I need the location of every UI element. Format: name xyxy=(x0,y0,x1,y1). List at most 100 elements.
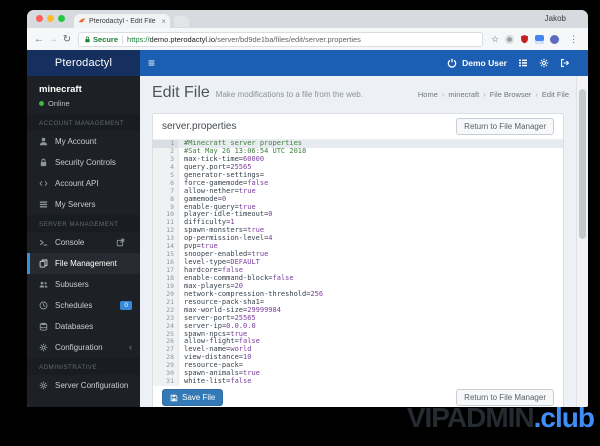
line-number: 5 xyxy=(170,170,174,179)
line-number: 4 xyxy=(170,162,174,171)
line-number: 3 xyxy=(170,154,174,163)
watermark-tld: .club xyxy=(533,402,595,433)
bookmark-star-icon[interactable]: ☆ xyxy=(491,34,499,45)
indigo-extension-icon[interactable] xyxy=(550,34,560,44)
sidebar-item-security-controls[interactable]: Security Controls xyxy=(27,152,140,173)
line-number: 8 xyxy=(170,194,174,203)
page-subtitle: Make modifications to a file from the we… xyxy=(215,90,363,99)
line-number: 31 xyxy=(166,377,174,386)
sidebar-item-account-api[interactable]: Account API xyxy=(27,173,140,194)
main-content: Edit File Make modifications to a file f… xyxy=(140,76,577,407)
zoom-window-button[interactable] xyxy=(58,15,65,22)
url-divider xyxy=(122,34,124,44)
save-file-button[interactable]: Save File xyxy=(162,389,224,406)
reload-icon[interactable]: ↻ xyxy=(60,34,74,45)
sidebar-section-label: ADMINISTRATIVE xyxy=(27,358,140,375)
chrome-menu-icon[interactable]: ⋮ xyxy=(569,34,578,45)
sidebar-item-label: Account API xyxy=(55,179,99,188)
schedules-count-badge: 0 xyxy=(120,301,132,310)
back-icon[interactable]: ← xyxy=(32,34,46,45)
tab-title: Pterodactyl - Edit File xyxy=(89,17,156,25)
secure-badge[interactable]: Secure xyxy=(93,35,118,44)
sidebar: minecraft Online ACCOUNT MANAGEMENT My Ac… xyxy=(27,76,140,407)
server-list-icon[interactable] xyxy=(518,58,528,68)
sidebar-item-label: My Servers xyxy=(55,200,96,209)
user-name: Demo User xyxy=(462,58,507,68)
sidebar-section-label: SERVER MANAGEMENT xyxy=(27,215,140,232)
browser-profile-name[interactable]: Jakob xyxy=(545,14,566,23)
breadcrumb: Home › minecraft › File Browser › Edit File xyxy=(418,90,569,99)
code-editor[interactable]: 1 #Minecraft server properties 2 #Sat May 2… xyxy=(153,140,563,386)
admin-cogs-icon[interactable] xyxy=(539,58,549,68)
sidebar-item-subusers[interactable]: Subusers xyxy=(27,274,140,295)
sidebar-item-databases[interactable]: Databases xyxy=(27,316,140,337)
users-icon xyxy=(39,280,48,289)
sidebar-item-label: My Account xyxy=(55,137,97,146)
browser-toolbar: ← → ↻ Secure https://demo.pterodactyl.io… xyxy=(27,28,588,50)
shield-extension-icon[interactable] xyxy=(520,34,529,44)
sidebar-item-schedules[interactable]: Schedules 0 xyxy=(27,295,140,316)
chevron-left-icon: ‹ xyxy=(129,342,132,352)
lock-icon xyxy=(39,158,48,167)
code-icon xyxy=(39,179,48,188)
watermark-name: VIPADMIN xyxy=(406,402,535,433)
blue-extension-icon[interactable] xyxy=(535,34,545,44)
sidebar-item-file-management[interactable]: File Management xyxy=(27,253,140,274)
sidebar-item-console[interactable]: Console xyxy=(27,232,140,253)
breadcrumb-item[interactable]: Home xyxy=(418,90,438,99)
list-icon xyxy=(39,200,48,209)
browser-tab[interactable]: Pterodactyl - Edit File × xyxy=(74,14,170,28)
sidebar-item-label: Schedules xyxy=(55,301,93,310)
pterodactyl-favicon-icon xyxy=(78,17,86,25)
code-line: 31 white-list=false xyxy=(153,377,563,386)
sidebar-item-configuration[interactable]: Configuration ‹ xyxy=(27,337,140,358)
sidebar-item-server-configuration[interactable]: Server Configuration xyxy=(27,375,140,396)
tab-close-icon[interactable]: × xyxy=(161,17,166,26)
browser-tab-bar: Pterodactyl - Edit File × Jakob xyxy=(27,10,588,28)
wrench-icon xyxy=(39,381,48,390)
file-name-heading: server.properties xyxy=(162,121,237,132)
sidebar-item-label: Databases xyxy=(55,322,94,331)
file-editor-panel: server.properties Return to File Manager… xyxy=(152,113,564,407)
line-number: 1 xyxy=(153,140,178,148)
minimize-window-button[interactable] xyxy=(47,15,54,22)
page-title: Edit File xyxy=(152,84,210,101)
sidebar-item-label: File Management xyxy=(55,259,117,268)
breadcrumb-separator: › xyxy=(483,90,486,99)
forward-icon[interactable]: → xyxy=(46,34,60,45)
cogs-icon xyxy=(39,343,48,352)
server-summary: minecraft Online xyxy=(27,76,140,114)
scrollbar-thumb[interactable] xyxy=(579,89,586,239)
sidebar-section-label: ACCOUNT MANAGEMENT xyxy=(27,114,140,131)
new-tab-button[interactable] xyxy=(174,16,189,27)
extension-icon[interactable] xyxy=(505,34,515,44)
sidebar-item-my-servers[interactable]: My Servers xyxy=(27,194,140,215)
save-icon xyxy=(170,394,178,402)
line-number: 2 xyxy=(170,146,174,155)
breadcrumb-item[interactable]: minecraft xyxy=(448,90,479,99)
sidebar-item-my-account[interactable]: My Account xyxy=(27,131,140,152)
external-link-icon xyxy=(116,238,125,247)
address-bar[interactable]: Secure https://demo.pterodactyl.io/serve… xyxy=(78,31,483,47)
sidebar-toggle-icon[interactable]: ≡ xyxy=(148,50,155,76)
sidebar-item-label: Configuration xyxy=(55,343,103,352)
user-icon xyxy=(39,137,48,146)
sign-out-icon[interactable] xyxy=(560,58,570,68)
sidebar-item-label: Server Configuration xyxy=(55,381,129,390)
close-window-button[interactable] xyxy=(36,15,43,22)
brand-logo[interactable]: Pterodactyl xyxy=(27,50,140,76)
power-icon xyxy=(447,58,457,68)
breadcrumb-item: Edit File xyxy=(541,90,569,99)
online-status-dot xyxy=(39,101,44,106)
files-icon xyxy=(39,259,48,268)
breadcrumb-item[interactable]: File Browser xyxy=(490,90,532,99)
terminal-icon xyxy=(39,238,48,247)
server-name: minecraft xyxy=(39,84,82,95)
user-menu[interactable]: Demo User xyxy=(447,58,507,68)
line-number: 7 xyxy=(170,186,174,195)
app-header: Pterodactyl ≡ Demo User xyxy=(27,50,588,76)
page-scrollbar[interactable] xyxy=(576,76,588,407)
lock-secure-icon xyxy=(84,36,91,43)
return-to-file-manager-button[interactable]: Return to File Manager xyxy=(456,118,554,135)
watermark: VIPADMIN.club xyxy=(406,402,595,434)
